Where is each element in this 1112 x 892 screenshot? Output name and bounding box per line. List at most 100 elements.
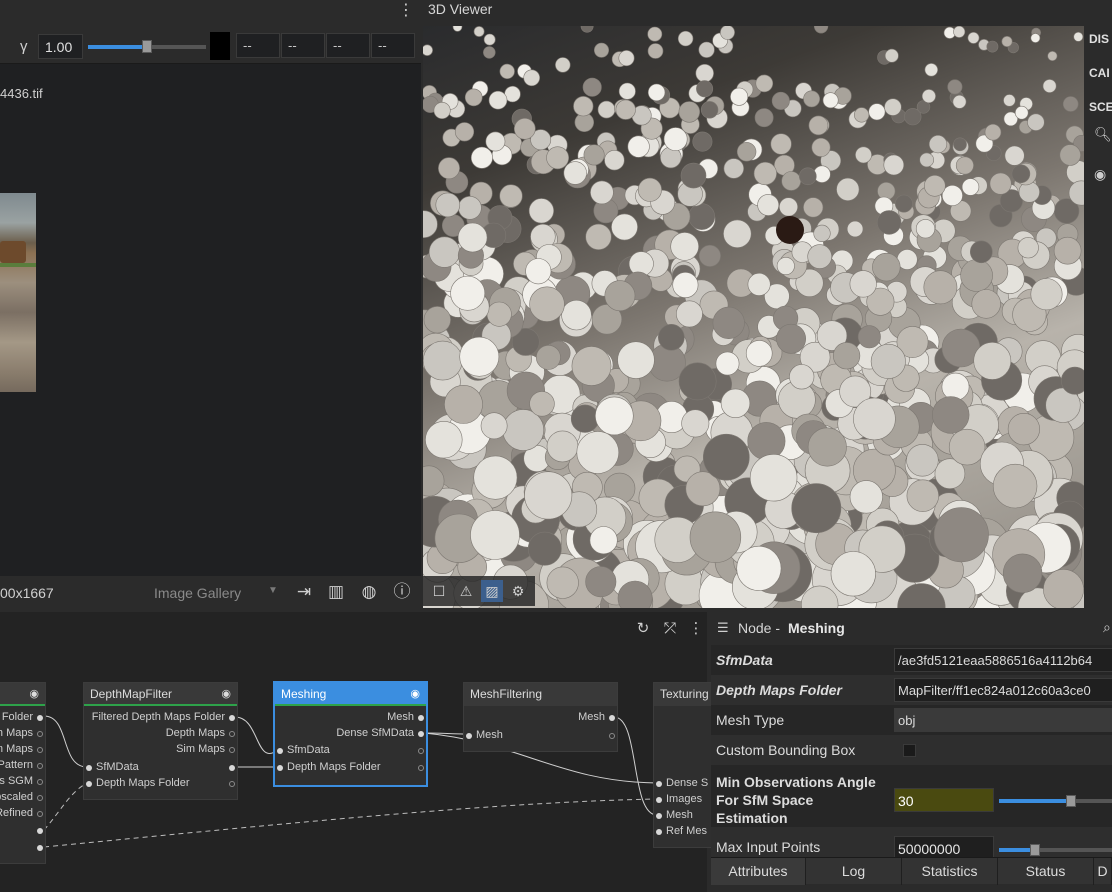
output-port[interactable]	[609, 733, 615, 739]
hatch-icon[interactable]: ▨	[481, 580, 503, 602]
warning-icon[interactable]: ⚠	[455, 580, 477, 602]
pixel-value-g: --	[281, 33, 325, 58]
eye-icon[interactable]: ◉	[410, 687, 420, 700]
point-splat	[1047, 50, 1058, 61]
sfmdata-field[interactable]: /ae3fd5121eaa5886516a4112b64	[894, 648, 1112, 672]
3d-viewport[interactable]	[423, 26, 1084, 608]
image-preview	[0, 193, 36, 392]
point-splat	[1011, 164, 1031, 184]
gallery-select[interactable]: Image Gallery	[154, 585, 241, 601]
layout-icon[interactable]: ⤱	[661, 620, 679, 638]
point-splat	[720, 26, 735, 40]
input-port[interactable]	[277, 748, 283, 754]
output-port[interactable]	[418, 748, 424, 754]
point-splat	[571, 346, 612, 386]
output-port[interactable]	[418, 765, 424, 771]
tab-camera[interactable]: CAI	[1089, 66, 1112, 80]
output-port[interactable]	[37, 811, 43, 817]
output-port[interactable]	[37, 845, 43, 851]
node-depthmap[interactable]: ◉ Folder h Maps m Maps Pattern os SGM ps…	[0, 682, 46, 864]
settings-icon[interactable]: ⚙	[507, 580, 529, 602]
node-header[interactable]: DepthMapFilter	[84, 683, 237, 706]
gamma-slider-handle[interactable]	[142, 40, 152, 53]
input-port[interactable]	[277, 765, 283, 771]
output-port[interactable]	[37, 828, 43, 834]
gamma-input[interactable]: 1.00	[38, 34, 83, 59]
input-port[interactable]	[656, 797, 662, 803]
output-port[interactable]	[37, 715, 43, 721]
point-splat	[948, 428, 986, 466]
input-port[interactable]	[466, 733, 472, 739]
point-splat	[680, 162, 707, 189]
input-port[interactable]	[656, 781, 662, 787]
chart-icon[interactable]: ▥	[326, 582, 346, 602]
output-port-label: Sim Maps	[176, 743, 225, 755]
node-header[interactable]: MeshFiltering	[464, 683, 617, 706]
input-port[interactable]	[656, 813, 662, 819]
output-port[interactable]	[37, 747, 43, 753]
output-port[interactable]	[229, 715, 235, 721]
point-splat	[1017, 237, 1039, 259]
min-observations-angle-slider[interactable]	[999, 795, 1112, 807]
node-texturing[interactable]: Texturing Dense S Images Mesh Ref Mes	[653, 682, 713, 848]
slider-handle[interactable]	[1066, 795, 1076, 807]
output-port[interactable]	[418, 715, 424, 721]
node-depthmapfilter[interactable]: DepthMapFilter ◉ Filtered Depth Maps Fol…	[83, 682, 238, 800]
output-port[interactable]	[609, 715, 615, 721]
point-splat	[778, 197, 798, 217]
custom-bounding-box-checkbox[interactable]	[903, 744, 916, 757]
point-splat	[952, 94, 967, 109]
eye-icon[interactable]: ◉	[1094, 166, 1106, 183]
tab-status[interactable]: Status	[998, 858, 1094, 885]
tab-log[interactable]: Log	[806, 858, 902, 885]
depth-maps-folder-field[interactable]: MapFilter/ff1ec824a012c60a3ce0	[894, 678, 1112, 702]
output-port[interactable]	[37, 779, 43, 785]
output-port[interactable]	[418, 731, 424, 737]
max-input-points-slider[interactable]	[999, 844, 1112, 856]
input-port[interactable]	[86, 765, 92, 771]
tab-statistics[interactable]: Statistics	[902, 858, 998, 885]
slider-handle[interactable]	[1030, 844, 1040, 856]
min-observations-angle-input[interactable]: 30	[894, 788, 994, 812]
search-icon[interactable]: 🔍︎	[1094, 126, 1112, 143]
point-splat	[928, 134, 948, 154]
eye-icon[interactable]: ◉	[221, 687, 231, 700]
input-port[interactable]	[656, 829, 662, 835]
mesh-type-select[interactable]: obj	[894, 708, 1112, 732]
node-header[interactable]: Meshing	[275, 683, 426, 706]
output-port[interactable]	[229, 747, 235, 753]
chevron-down-icon[interactable]: ▼	[268, 585, 278, 596]
point-splat	[906, 444, 939, 477]
node-meshing[interactable]: Meshing ◉ Mesh Dense SfMData SfmData Dep…	[273, 681, 428, 787]
refresh-icon[interactable]: ↻	[634, 620, 652, 638]
point-splat	[454, 122, 475, 142]
max-input-points-input[interactable]: 50000000	[894, 836, 994, 857]
graph-editor[interactable]: ↻ ⤱ ⋮ ◉ Folder h Maps m Maps Pattern os …	[0, 612, 713, 892]
output-port[interactable]	[37, 731, 43, 737]
more-menu-icon[interactable]: ⋮	[398, 0, 414, 20]
output-port[interactable]	[37, 763, 43, 769]
point-splat	[696, 80, 714, 98]
node-meshfiltering[interactable]: MeshFiltering Mesh Mesh	[463, 682, 618, 752]
tab-documentation[interactable]: D	[1094, 858, 1112, 885]
point-splat	[720, 388, 751, 418]
export-icon[interactable]: ⇥	[294, 582, 314, 602]
search-icon[interactable]: ⌕	[1103, 619, 1111, 636]
info-icon[interactable]: ⓘ	[392, 582, 412, 602]
more-menu-icon[interactable]: ⋮	[687, 620, 705, 638]
tab-attributes[interactable]: Attributes	[711, 858, 806, 885]
point-splat	[854, 107, 870, 123]
output-port[interactable]	[229, 731, 235, 737]
globe-icon[interactable]: ◍	[359, 582, 379, 602]
output-port[interactable]	[229, 765, 235, 771]
tab-scene[interactable]: SCE	[1089, 100, 1112, 114]
tab-display[interactable]: DIS	[1089, 32, 1112, 46]
gamma-slider[interactable]	[88, 40, 206, 53]
square-icon[interactable]: ☐	[428, 580, 450, 602]
output-port[interactable]	[37, 795, 43, 801]
node-header[interactable]: Texturing	[654, 683, 712, 706]
point-splat	[849, 480, 883, 514]
eye-icon[interactable]: ◉	[29, 687, 39, 700]
input-port[interactable]	[86, 781, 92, 787]
output-port[interactable]	[229, 781, 235, 787]
